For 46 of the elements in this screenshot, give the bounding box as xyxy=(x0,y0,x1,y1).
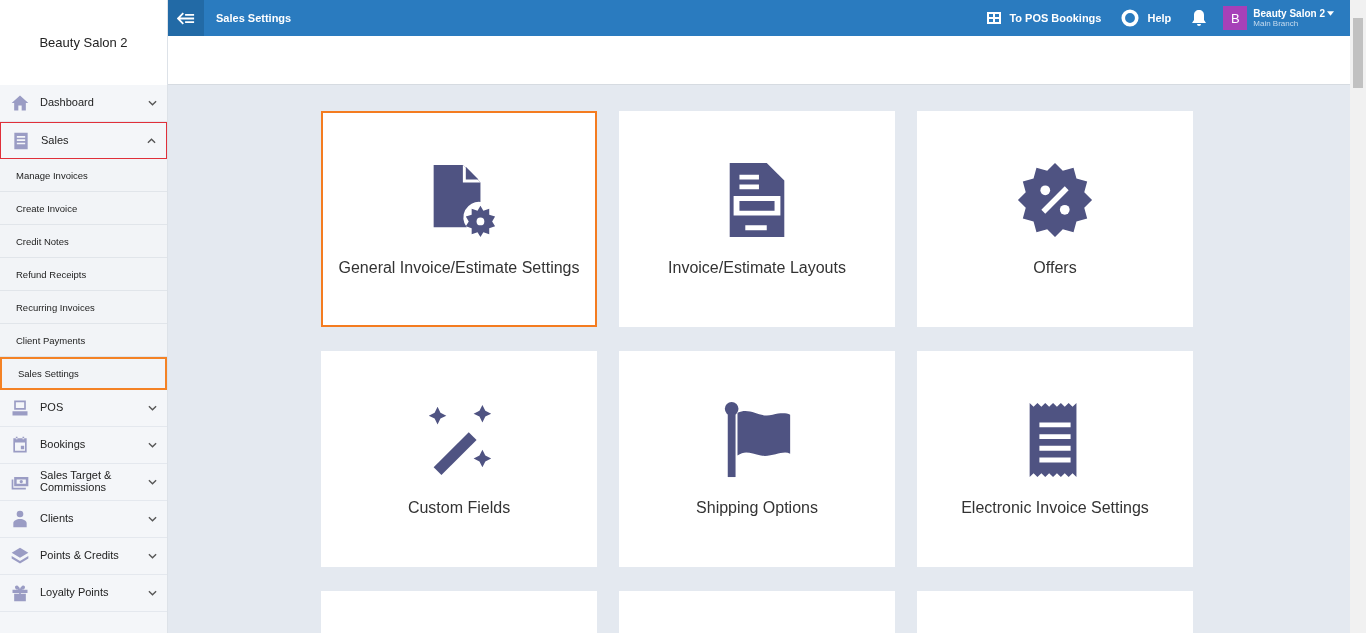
receipt-icon xyxy=(11,130,31,151)
scrollbar[interactable] xyxy=(1350,0,1366,633)
chevron-down-icon xyxy=(148,100,157,106)
sidebar-item[interactable]: POS xyxy=(0,390,167,427)
chevron-down-icon xyxy=(148,553,157,559)
gift-icon xyxy=(10,583,30,603)
calendar-icon xyxy=(10,435,30,455)
settings-card[interactable]: Custom Fields xyxy=(321,351,597,567)
account-menu[interactable]: B Beauty Salon 2 Main Branch xyxy=(1223,6,1334,30)
brand-name: Beauty Salon 2 xyxy=(39,35,128,50)
pos-icon xyxy=(10,398,30,418)
sidebar-item[interactable]: Points & Credits xyxy=(0,538,167,575)
avatar: B xyxy=(1223,6,1248,30)
sidebar-item[interactable]: Sales Target & Commissions xyxy=(0,464,167,501)
discount-badge-icon xyxy=(1016,161,1094,239)
chevron-up-icon xyxy=(147,137,156,144)
settings-card[interactable]: General Invoice/Estimate Settings xyxy=(321,111,597,327)
sidebar-item[interactable]: Dashboard xyxy=(0,85,167,122)
lifebuoy-icon xyxy=(1121,9,1140,27)
chevron-down-icon xyxy=(148,442,157,448)
chevron-down-icon xyxy=(148,479,157,485)
sidebar-item[interactable]: Clients xyxy=(0,501,167,538)
chevron-down-icon xyxy=(148,590,157,596)
bell-icon[interactable] xyxy=(1191,9,1208,27)
settings-card[interactable]: Electronic Invoice Settings xyxy=(917,351,1193,567)
account-name: Beauty Salon 2 xyxy=(1253,8,1334,19)
branch-name: Main Branch xyxy=(1253,19,1300,28)
help-link[interactable]: Help xyxy=(1121,9,1172,27)
settings-card[interactable]: Offers xyxy=(917,111,1193,327)
submenu-item[interactable]: Sales Settings xyxy=(0,357,167,390)
grid-icon xyxy=(987,12,1002,24)
sidebar-item[interactable]: Loyalty Points xyxy=(0,575,167,612)
person-icon xyxy=(10,509,30,529)
sidebar-item[interactable]: Sales xyxy=(0,122,167,159)
settings-card[interactable]: Shipping Options xyxy=(619,351,895,567)
chevron-down-icon xyxy=(148,405,157,411)
menu-toggle-button[interactable] xyxy=(168,0,204,36)
page-title: Sales Settings xyxy=(216,12,292,24)
collapse-arrow-icon xyxy=(177,11,195,25)
home-icon xyxy=(10,93,30,113)
pos-bookings-link[interactable]: To POS Bookings xyxy=(987,12,1102,24)
layers-icon xyxy=(10,546,30,566)
chevron-down-icon xyxy=(148,516,157,522)
sidebar-item[interactable]: Bookings xyxy=(0,427,167,464)
caret-icon xyxy=(1327,11,1334,16)
settings-card[interactable]: Invoice/Estimate Layouts xyxy=(619,111,895,327)
